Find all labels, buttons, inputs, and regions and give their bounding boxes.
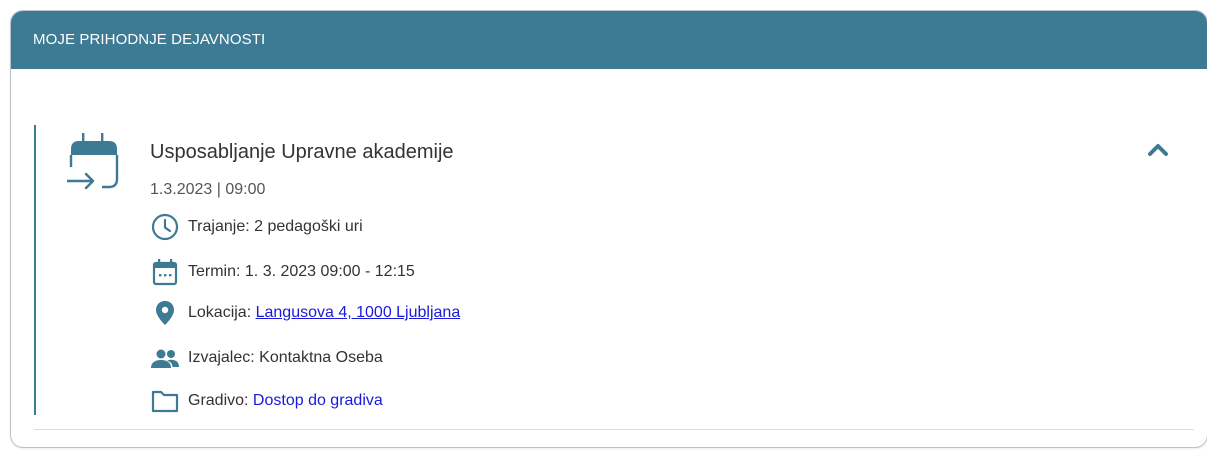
duration-text: Trajanje: 2 pedagoški uri [188,218,363,235]
term-text: Termin: 1. 3. 2023 09:00 - 12:15 [188,263,415,280]
activity-accent-bar [34,125,36,415]
activity-datetime: 1.3.2023 | 09:00 [150,181,266,198]
chevron-up-icon[interactable] [1143,135,1173,165]
panel-header: MOJE PRIHODNJE DEJAVNOSTI [11,11,1207,69]
materials-link[interactable]: Dostop do gradiva [253,392,383,410]
item-divider [34,429,1194,430]
calendar-arrow-icon [67,133,119,190]
calendar-icon [150,257,180,287]
term-row: Termin: 1. 3. 2023 09:00 - 12:15 [150,257,415,287]
duration-row: Trajanje: 2 pedagoški uri [150,212,363,242]
people-icon [150,343,180,373]
performer-text: Izvajalec: Kontaktna Oseba [188,349,383,366]
panel-title: MOJE PRIHODNJE DEJAVNOSTI [33,31,266,48]
clock-icon [150,212,180,242]
activity-item: Usposabljanje Upravne akademije 1.3.2023… [34,125,1193,415]
activity-title: Usposabljanje Upravne akademije [150,141,454,163]
materials-label: Gradivo: [188,392,253,409]
materials-row: Gradivo: Dostop do gradiva [150,386,383,416]
map-pin-icon [150,298,180,328]
location-row: Lokacija: Langusova 4, 1000 Ljubljana [150,298,460,328]
performer-row: Izvajalec: Kontaktna Oseba [150,343,383,373]
location-label: Lokacija: [188,304,256,321]
folder-icon [150,386,180,416]
location-link[interactable]: Langusova 4, 1000 Ljubljana [256,304,461,322]
upcoming-activities-panel: MOJE PRIHODNJE DEJAVNOSTI Usposabljanje … [10,10,1207,448]
